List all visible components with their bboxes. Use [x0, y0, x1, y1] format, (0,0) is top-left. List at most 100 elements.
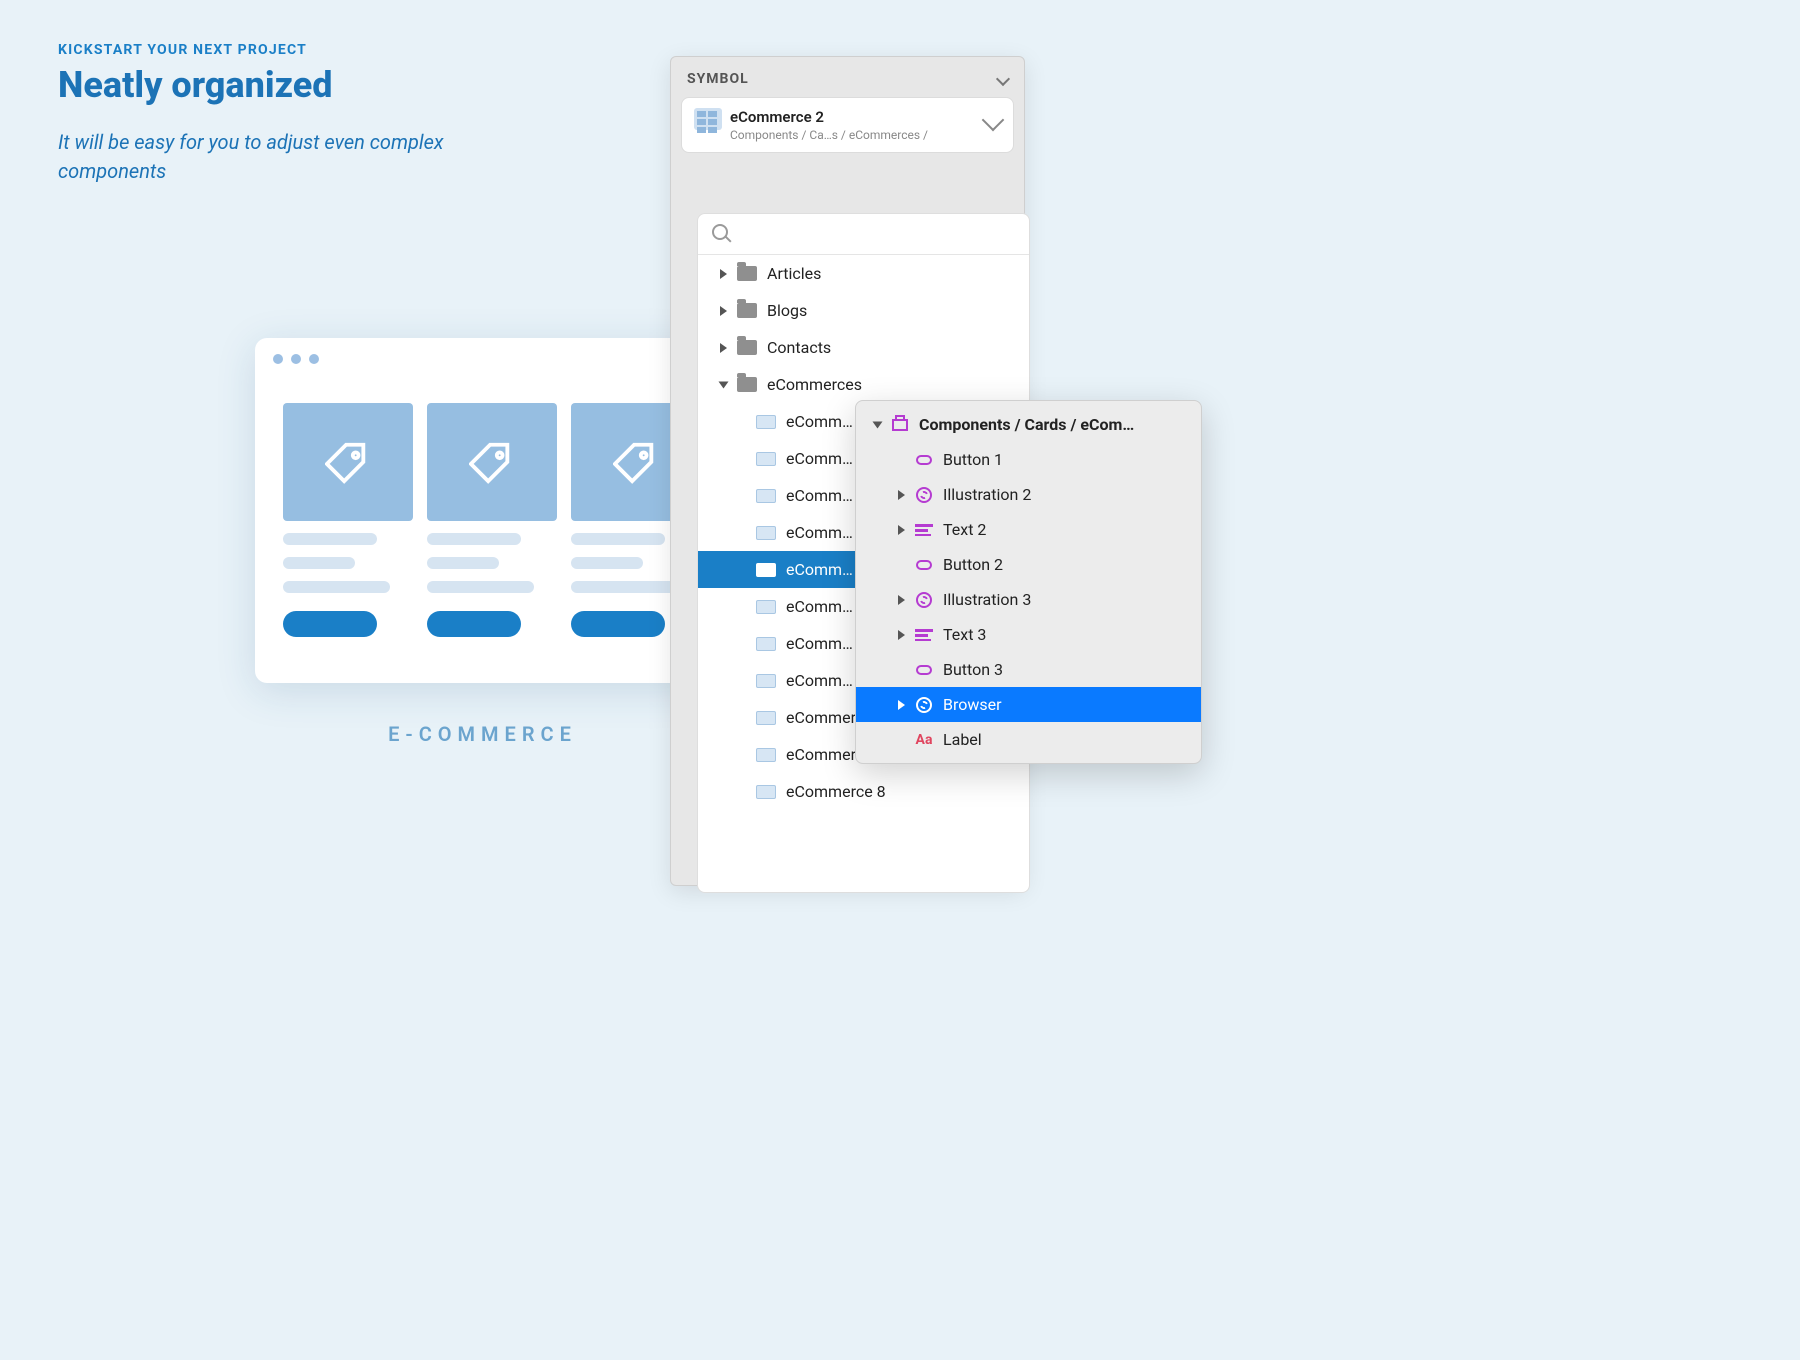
disclosure-triangle-icon: [898, 700, 905, 710]
symbol-thumb-icon: [756, 637, 776, 651]
layer-label: Illustration 2: [943, 485, 1031, 504]
folder-icon: [737, 303, 757, 318]
pill-icon: [916, 665, 932, 675]
tree-folder-label: Blogs: [767, 301, 807, 320]
symbol-panel-title: SYMBOL: [687, 71, 749, 87]
window-dot: [291, 354, 301, 364]
layer-type-icon: [915, 661, 933, 679]
skeleton-line: [427, 581, 534, 593]
sym-icon: [916, 487, 932, 503]
layer-type-icon: [915, 521, 933, 539]
layer-row[interactable]: Button 2: [856, 547, 1201, 582]
layer-type-icon: [915, 486, 933, 504]
hero-headline: Neatly organized: [58, 64, 458, 106]
disclosure-triangle-icon: [898, 595, 905, 605]
window-dot: [273, 354, 283, 364]
layer-row[interactable]: Button 1: [856, 442, 1201, 477]
tree-child-label: eComm…: [786, 634, 853, 653]
browser-card: [255, 338, 710, 683]
layer-label: Text 2: [943, 520, 986, 539]
symbol-thumb-icon: [756, 711, 776, 725]
disclosure-triangle-icon: [720, 343, 727, 353]
layer-row[interactable]: Aa Label: [856, 722, 1201, 757]
tree-folder[interactable]: Contacts: [698, 329, 1029, 366]
layer-row[interactable]: Text 2: [856, 512, 1201, 547]
layer-row[interactable]: Button 3: [856, 652, 1201, 687]
artboard-icon: [891, 416, 909, 434]
layers-popover: Components / Cards / eCom… Button 1 Illus…: [855, 400, 1202, 764]
symbol-thumb-icon: [756, 600, 776, 614]
skeleton-line: [283, 557, 355, 569]
layers-title: Components / Cards / eCom…: [919, 415, 1134, 434]
tag-icon: [613, 439, 659, 485]
window-dots: [273, 354, 319, 364]
tree-child-label: eComm…: [786, 671, 853, 690]
tag-icon: [325, 439, 371, 485]
layers-title-row[interactable]: Components / Cards / eCom…: [856, 407, 1201, 442]
sym-icon: [916, 592, 932, 608]
tree-child-label: eComm…: [786, 597, 853, 616]
ecommerce-card: [427, 403, 557, 637]
sym-icon: [916, 697, 932, 713]
tree-child-label: eComm…: [786, 412, 853, 431]
tree-folder[interactable]: eCommerces: [698, 366, 1029, 403]
layer-label: Label: [943, 730, 982, 749]
tree-folder[interactable]: Articles: [698, 255, 1029, 292]
window-dot: [309, 354, 319, 364]
cta-pill: [283, 611, 377, 637]
symbol-search[interactable]: [698, 214, 1029, 255]
tree-child[interactable]: eCommerce 8: [698, 773, 1029, 810]
layer-label: Button 1: [943, 450, 1003, 469]
layer-type-icon: [915, 591, 933, 609]
skeleton-line: [283, 533, 377, 545]
cta-pill: [427, 611, 521, 637]
symbol-thumb-icon: [756, 415, 776, 429]
layer-row[interactable]: Browser: [856, 687, 1201, 722]
tree-child-label: eComm…: [786, 486, 853, 505]
tree-child-label: eCommerce 8: [786, 782, 886, 801]
disclosure-triangle-icon: [720, 306, 727, 316]
symbol-thumb-icon: [756, 674, 776, 688]
layer-label: Button 3: [943, 660, 1003, 679]
tree-folder[interactable]: Blogs: [698, 292, 1029, 329]
thumb: [283, 403, 413, 521]
layer-row[interactable]: Text 3: [856, 617, 1201, 652]
layer-row[interactable]: Illustration 2: [856, 477, 1201, 512]
disclosure-triangle-icon: [720, 269, 727, 279]
pill-icon: [916, 560, 932, 570]
hero-eyebrow: KICKSTART YOUR NEXT PROJECT: [58, 42, 458, 58]
hero: KICKSTART YOUR NEXT PROJECT Neatly organ…: [58, 42, 458, 186]
ecommerce-card: [283, 403, 413, 637]
folder-icon: [737, 340, 757, 355]
skeleton-line: [427, 533, 521, 545]
symbol-panel-header[interactable]: SYMBOL: [671, 57, 1024, 97]
skeleton-line: [427, 557, 499, 569]
skeleton-line: [571, 533, 665, 545]
tree-folder-label: Contacts: [767, 338, 831, 357]
chevron-down-icon[interactable]: [982, 109, 1005, 132]
folder-icon: [737, 377, 757, 392]
skeleton-line: [283, 581, 390, 593]
symbol-thumb-icon: [756, 563, 776, 577]
symbol-selected-card[interactable]: eCommerce 2 Components / Ca…s / eCommerc…: [681, 97, 1014, 153]
disclosure-triangle-icon: [898, 630, 905, 640]
skeleton-line: [571, 557, 643, 569]
symbol-thumb-icon: [756, 785, 776, 799]
text-icon: [915, 629, 933, 641]
layer-type-icon: Aa: [915, 731, 933, 749]
ecommerce-cards: [283, 403, 701, 637]
symbol-thumb-icon: [756, 748, 776, 762]
disclosure-triangle-icon: [898, 490, 905, 500]
thumb: [427, 403, 557, 521]
tree-folder-label: Articles: [767, 264, 821, 283]
text-aa-icon: Aa: [916, 732, 933, 748]
tree-child-label: eComm…: [786, 560, 853, 579]
layer-row[interactable]: Illustration 3: [856, 582, 1201, 617]
layer-label: Button 2: [943, 555, 1003, 574]
layer-type-icon: [915, 626, 933, 644]
symbol-thumb-icon: [756, 452, 776, 466]
symbol-thumb-icon: [756, 526, 776, 540]
layer-type-icon: [915, 451, 933, 469]
cta-pill: [571, 611, 665, 637]
text-icon: [915, 524, 933, 536]
